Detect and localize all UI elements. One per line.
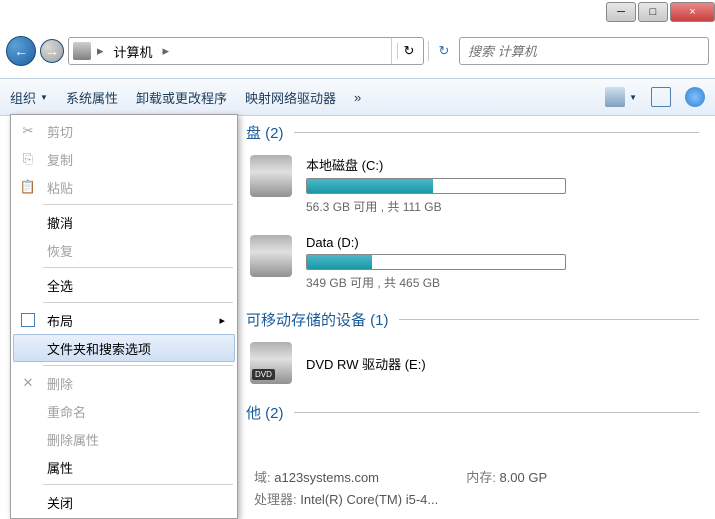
section-hard-drives: 盘 (2) [246, 116, 699, 147]
menu-copy: ⎘ 复制 [13, 145, 235, 173]
more-commands-button[interactable]: » [354, 90, 361, 105]
chevron-right-icon: ▸ [161, 43, 172, 59]
drive-name: DVD RW 驱动器 (E:) [306, 342, 699, 377]
menu-layout[interactable]: 布局 [13, 306, 235, 334]
system-properties-button[interactable]: 系统属性 [66, 88, 118, 107]
search-box [459, 37, 709, 65]
preview-pane-button[interactable] [651, 87, 671, 107]
close-button[interactable]: × [670, 2, 715, 22]
refresh-alt-button[interactable]: ↻ [433, 43, 455, 59]
organize-dropdown-menu: ✂ 剪切 ⎘ 复制 📋 粘贴 撤消 恢复 全选 布局 文件夹和搜索选项 ✕ 删除… [10, 114, 238, 519]
help-icon [685, 87, 705, 107]
menu-rename: 重命名 [13, 397, 235, 425]
menu-separator [43, 365, 233, 366]
drive-stats: 56.3 GB 可用 , 共 111 GB [306, 194, 699, 215]
dvd-icon [250, 342, 292, 384]
breadcrumb-segment[interactable]: 计算机 [110, 42, 157, 61]
menu-separator [43, 302, 233, 303]
chevron-right-icon: ▸ [95, 43, 106, 59]
drive-dvd[interactable]: DVD RW 驱动器 (E:) [246, 334, 699, 396]
drive-stats: 349 GB 可用 , 共 465 GB [306, 270, 699, 291]
drive-d[interactable]: Data (D:) 349 GB 可用 , 共 465 GB [246, 227, 699, 303]
menu-undo[interactable]: 撤消 [13, 208, 235, 236]
menu-redo: 恢复 [13, 236, 235, 264]
preview-icon [651, 87, 671, 107]
cut-icon: ✂ [19, 122, 37, 140]
menu-separator [43, 484, 233, 485]
minimize-button[interactable]: ─ [606, 2, 636, 22]
details-pane: 域: a123systems.com 处理器: Intel(R) Core(TM… [238, 460, 707, 508]
drive-usage-bar [306, 178, 566, 194]
menu-delete: ✕ 删除 [13, 369, 235, 397]
forward-button[interactable]: → [40, 39, 64, 63]
copy-icon: ⎘ [19, 150, 37, 168]
menu-folder-options[interactable]: 文件夹和搜索选项 [13, 334, 235, 362]
drive-name: Data (D:) [306, 235, 699, 254]
menu-separator [43, 204, 233, 205]
map-network-drive-button[interactable]: 映射网络驱动器 [245, 88, 336, 107]
back-button[interactable]: ← [6, 36, 36, 66]
footer-memory: 内存: 8.00 GP [466, 467, 547, 486]
menu-properties[interactable]: 属性 [13, 453, 235, 481]
paste-icon: 📋 [19, 178, 37, 196]
section-removable: 可移动存储的设备 (1) [246, 303, 699, 334]
address-bar[interactable]: ▸ 计算机 ▸ ↻ [68, 37, 424, 65]
drive-name: 本地磁盘 (C:) [306, 155, 699, 178]
menu-select-all[interactable]: 全选 [13, 271, 235, 299]
section-other: 他 (2) [246, 396, 699, 427]
uninstall-programs-button[interactable]: 卸载或更改程序 [136, 88, 227, 107]
menu-cut: ✂ 剪切 [13, 117, 235, 145]
window-controls: ─ □ × [606, 2, 715, 22]
maximize-button[interactable]: □ [638, 2, 668, 22]
menu-remove-properties: 删除属性 [13, 425, 235, 453]
organize-menu-button[interactable]: 组织 [10, 88, 48, 107]
refresh-button[interactable]: ↻ [391, 38, 419, 64]
help-button[interactable] [685, 87, 705, 107]
drive-c[interactable]: 本地磁盘 (C:) 56.3 GB 可用 , 共 111 GB [246, 147, 699, 227]
drive-usage-bar [306, 254, 566, 270]
hdd-icon [250, 235, 292, 277]
menu-paste: 📋 粘贴 [13, 173, 235, 201]
view-mode-button[interactable] [605, 87, 637, 107]
menu-close[interactable]: 关闭 [13, 488, 235, 516]
footer-cpu: 处理器: Intel(R) Core(TM) i5-4... [254, 489, 438, 508]
search-input[interactable] [468, 38, 700, 64]
content-area: 盘 (2) 本地磁盘 (C:) 56.3 GB 可用 , 共 111 GB Da… [238, 116, 707, 508]
delete-icon: ✕ [19, 374, 37, 392]
footer-domain: 域: a123systems.com [254, 467, 438, 486]
navigation-bar: ← → ▸ 计算机 ▸ ↻ ↻ [0, 30, 715, 72]
computer-icon [73, 42, 91, 60]
view-icon [605, 87, 625, 107]
toolbar: 组织 系统属性 卸载或更改程序 映射网络驱动器 » [0, 78, 715, 116]
divider [428, 41, 429, 61]
layout-icon [19, 311, 37, 329]
hdd-icon [250, 155, 292, 197]
menu-separator [43, 267, 233, 268]
